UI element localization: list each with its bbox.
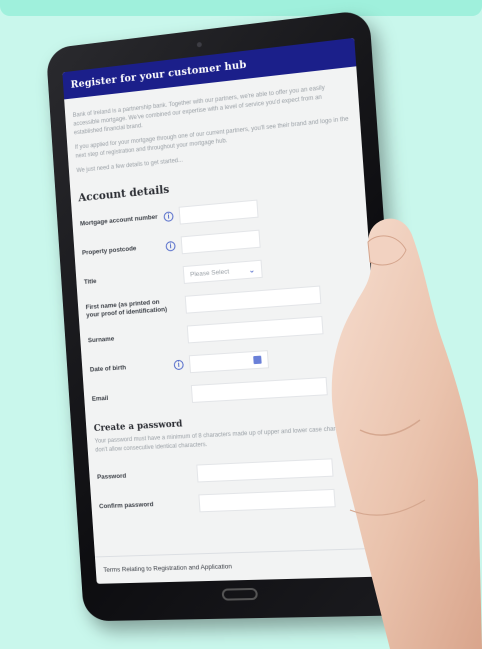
chevron-down-icon: ⌄ [248,264,256,275]
password-input[interactable] [196,458,334,483]
mortgage-account-input[interactable] [178,199,259,225]
dob-label: Date of birth [89,364,127,374]
calendar-icon[interactable] [253,355,262,365]
title-label: Title [83,278,97,286]
confirm-password-label: Confirm password [98,501,154,511]
info-circle-icon[interactable]: i [163,211,174,223]
postcode-input[interactable] [180,229,261,255]
hand-image [331,218,482,649]
first-name-label: First name (as printed on your proof of … [85,298,168,319]
info-circle-icon[interactable]: i [173,359,184,371]
password-label: Password [96,472,127,481]
title-select[interactable]: Please Select ⌄ [182,259,263,284]
postcode-label: Property postcode [81,245,137,257]
top-banner [0,0,482,16]
info-circle-icon[interactable]: i [165,240,176,252]
title-select-value: Please Select [189,267,230,278]
surname-input[interactable] [186,315,324,344]
surname-label: Surname [87,335,115,345]
camera-icon [196,41,202,48]
email-label: Email [91,394,109,403]
home-button[interactable] [221,587,259,601]
email-input[interactable] [190,376,328,403]
mortgage-account-label: Mortgage account number [79,213,158,228]
dob-input[interactable] [188,350,270,374]
confirm-password-input[interactable] [198,488,336,513]
first-name-input[interactable] [184,285,322,314]
